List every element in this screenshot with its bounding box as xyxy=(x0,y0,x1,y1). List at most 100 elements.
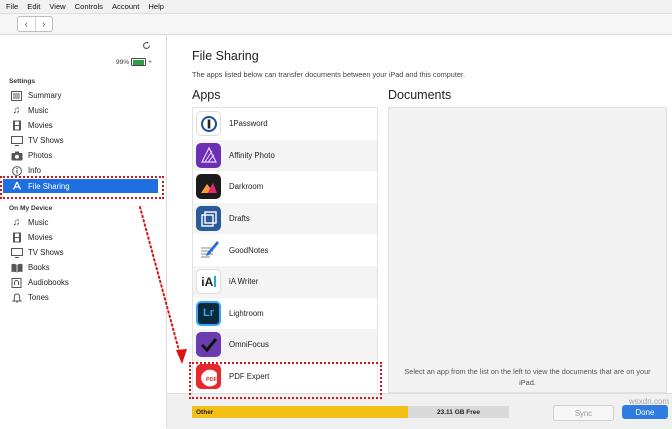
back-button[interactable]: ‹ xyxy=(18,17,35,31)
charging-icon: + xyxy=(148,58,153,66)
documents-panel: Select an app from the list on the left … xyxy=(388,107,667,393)
app-row-omnifocus[interactable]: OmniFocus xyxy=(193,329,377,361)
summary-icon xyxy=(10,90,23,101)
app-row-affinity-photo[interactable]: Affinity Photo xyxy=(193,139,377,172)
affinity-photo-icon xyxy=(196,142,221,168)
navigation-buttons: ‹ › xyxy=(17,16,53,32)
sidebar-item-music[interactable]: ♫ Music xyxy=(10,103,160,118)
page-description: The apps listed below can transfer docum… xyxy=(192,70,465,79)
sidebar-item-label: TV Shows xyxy=(28,248,64,257)
documents-hint: Select an app from the list on the left … xyxy=(404,367,651,387)
sidebar-item-label: Music xyxy=(28,106,49,115)
on-my-device-header: On My Device xyxy=(9,205,53,212)
battery-percent: 99% xyxy=(116,58,130,66)
music-note-icon: ♫ xyxy=(12,217,21,228)
app-name: Drafts xyxy=(229,214,250,224)
app-store-icon xyxy=(10,181,23,192)
book-icon xyxy=(10,262,23,273)
sidebar-item-label: Audiobooks xyxy=(28,278,69,287)
app-name: Darkroom xyxy=(229,182,264,192)
bottom-bar: Other 23.11 GB Free Sync Done xyxy=(167,393,672,429)
sidebar-item-label: Tones xyxy=(28,293,49,302)
done-button[interactable]: Done xyxy=(622,405,668,419)
tv-icon xyxy=(10,247,23,258)
tv-icon xyxy=(10,135,23,146)
film-icon xyxy=(10,232,23,243)
pdf-expert-icon: PDF xyxy=(196,364,221,390)
battery-icon xyxy=(131,58,147,66)
app-name: iA Writer xyxy=(229,277,259,287)
omnifocus-icon xyxy=(196,332,221,358)
sidebar: 99% + Settings Summary ♫ Music Movies TV… xyxy=(0,35,167,428)
info-icon xyxy=(10,165,23,176)
apps-header: Apps xyxy=(192,88,221,102)
app-row-goodnotes[interactable]: GoodNotes xyxy=(193,234,377,266)
menu-bar: File Edit View Controls Account Help xyxy=(0,0,672,14)
pdf-expert-icon-label: PDF xyxy=(206,377,218,383)
app-row-1password[interactable]: 1Password xyxy=(193,108,377,140)
forward-button[interactable]: › xyxy=(34,17,53,31)
darkroom-icon xyxy=(196,174,221,200)
sidebar-item-info[interactable]: Info xyxy=(10,163,160,178)
sidebar-item-device-audiobooks[interactable]: Audiobooks xyxy=(10,275,160,290)
watermark: wsxdn.com xyxy=(628,397,669,406)
menu-controls[interactable]: Controls xyxy=(75,2,103,11)
main-content: File Sharing The apps listed below can t… xyxy=(167,35,672,395)
app-row-darkroom[interactable]: Darkroom xyxy=(193,171,377,203)
music-note-icon: ♫ xyxy=(12,105,21,116)
sidebar-item-label: Movies xyxy=(28,233,53,242)
chevron-left-icon: ‹ xyxy=(24,18,28,30)
goodnotes-icon xyxy=(196,237,221,263)
sidebar-item-tv-shows[interactable]: TV Shows xyxy=(10,133,160,148)
sidebar-item-movies[interactable]: Movies xyxy=(10,118,160,133)
app-name: PDF Expert xyxy=(229,372,270,382)
sidebar-item-label: Books xyxy=(28,263,50,272)
sidebar-item-label: Music xyxy=(28,218,49,227)
storage-free-segment: 23.11 GB Free xyxy=(408,406,509,418)
sync-button[interactable]: Sync xyxy=(553,405,614,421)
sidebar-item-label: Movies xyxy=(28,121,53,130)
battery-status: 99% + xyxy=(116,58,152,66)
menu-view[interactable]: View xyxy=(49,2,65,11)
sidebar-item-device-tv-shows[interactable]: TV Shows xyxy=(10,245,160,260)
sidebar-item-photos[interactable]: Photos xyxy=(10,148,160,163)
drafts-icon xyxy=(196,206,221,232)
ia-writer-icon: iA xyxy=(196,269,221,295)
chevron-right-icon: › xyxy=(42,18,46,30)
app-row-pdf-expert[interactable]: PDF PDF Expert xyxy=(193,361,377,393)
lightroom-icon: Lr xyxy=(196,300,221,326)
storage-other-segment: Other xyxy=(192,406,408,418)
onepassword-icon xyxy=(196,111,221,137)
film-icon xyxy=(10,120,23,131)
page-title: File Sharing xyxy=(192,49,259,63)
documents-header: Documents xyxy=(388,88,452,102)
app-name: OmniFocus xyxy=(229,340,269,350)
sidebar-item-device-music[interactable]: ♫ Music xyxy=(10,215,160,230)
toolbar: ‹ › xyxy=(0,14,672,35)
app-row-ia-writer[interactable]: iA iA Writer xyxy=(193,265,377,298)
settings-header: Settings xyxy=(9,78,36,85)
menu-help[interactable]: Help xyxy=(148,2,164,11)
sidebar-item-label: Info xyxy=(28,166,42,175)
audiobook-icon xyxy=(10,277,23,288)
app-name: 1Password xyxy=(229,119,268,129)
camera-icon xyxy=(10,150,23,161)
app-row-lightroom[interactable]: Lr Lightroom xyxy=(193,298,377,330)
sidebar-item-label: Photos xyxy=(28,151,53,160)
storage-bar: Other 23.11 GB Free xyxy=(192,406,509,418)
menu-file[interactable]: File xyxy=(6,2,18,11)
app-name: GoodNotes xyxy=(229,245,269,255)
sidebar-item-label: Summary xyxy=(28,91,62,100)
app-row-drafts[interactable]: Drafts xyxy=(193,202,377,235)
sidebar-item-file-sharing[interactable]: File Sharing xyxy=(3,179,158,193)
sync-icon[interactable] xyxy=(142,41,151,50)
menu-edit[interactable]: Edit xyxy=(27,2,40,11)
apps-list: 1Password Affinity Photo Darkroom Drafts… xyxy=(192,107,378,395)
sidebar-item-summary[interactable]: Summary xyxy=(10,88,160,103)
sidebar-item-device-movies[interactable]: Movies xyxy=(10,230,160,245)
app-name: Lightroom xyxy=(229,308,264,318)
sidebar-item-device-tones[interactable]: Tones xyxy=(10,290,160,305)
cursor-mark xyxy=(214,276,216,288)
sidebar-item-device-books[interactable]: Books xyxy=(10,260,160,275)
menu-account[interactable]: Account xyxy=(112,2,139,11)
